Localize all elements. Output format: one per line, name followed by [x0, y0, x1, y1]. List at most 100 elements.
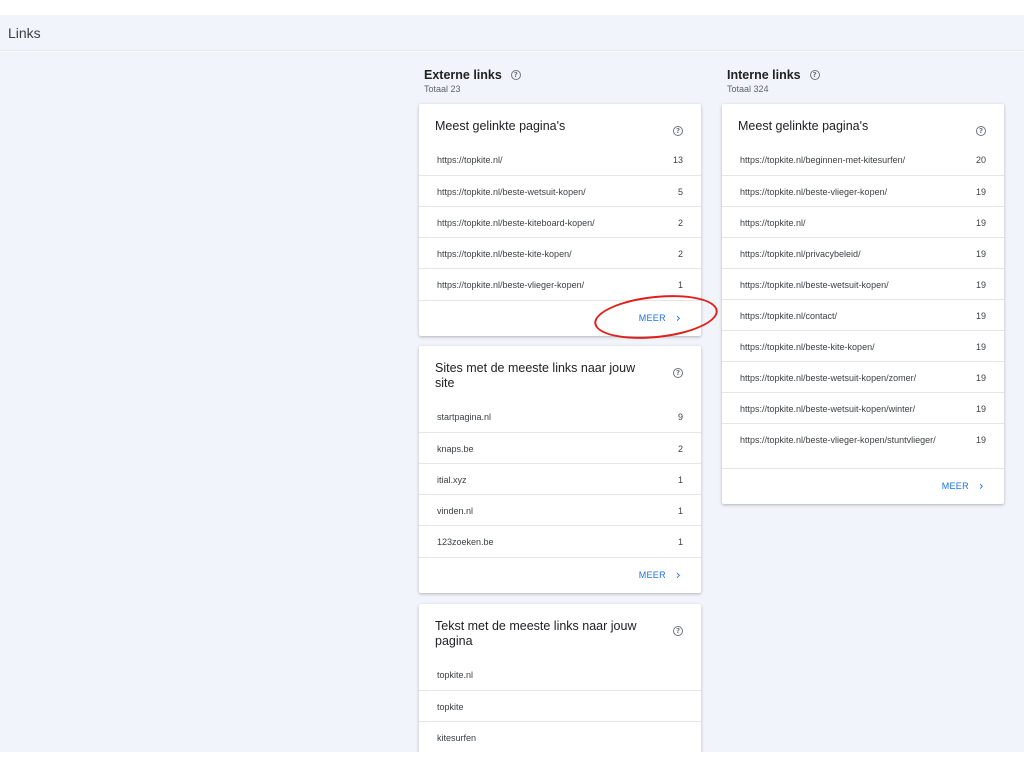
table-row[interactable]: https://topkite.nl/beste-kite-kopen/19 — [722, 330, 1004, 361]
more-button[interactable]: MEER › — [638, 568, 681, 582]
row-label: knaps.be — [437, 444, 474, 454]
table-row[interactable]: https://topkite.nl/beste-vlieger-kopen/1 — [419, 268, 701, 299]
help-icon[interactable]: ? — [976, 126, 986, 136]
card-footer: MEER › — [419, 300, 701, 336]
help-icon[interactable]: ? — [510, 70, 521, 80]
table-row[interactable]: itial.xyz 1 — [419, 463, 701, 494]
row-label: https://topkite.nl/beste-vlieger-kopen/ — [437, 280, 585, 290]
row-count: 2 — [677, 444, 683, 454]
external-links-header: Externe links ? Totaal 23 — [424, 68, 521, 94]
row-count: 13 — [672, 155, 683, 165]
help-icon[interactable]: ? — [673, 368, 683, 378]
external-links-total: Totaal 23 — [424, 84, 461, 94]
row-label: https://topkite.nl/beste-vlieger-kopen/s… — [740, 435, 936, 445]
row-label: https://topkite.nl/beste-kiteboard-kopen… — [437, 218, 595, 228]
internal-links-header: Interne links ? Totaal 324 — [727, 68, 820, 94]
row-count: 1 — [677, 506, 683, 516]
card-title: Meest gelinkte pagina's — [435, 119, 566, 133]
page-title: Links — [8, 25, 41, 41]
bottom-bar — [0, 752, 1024, 768]
external-links-title: Externe links — [424, 68, 502, 82]
table-row[interactable]: https://topkite.nl/beste-wetsuit-kopen/z… — [722, 361, 1004, 392]
row-count: 20 — [975, 155, 986, 165]
row-label: topkite — [437, 702, 464, 712]
chevron-right-icon: › — [978, 479, 984, 493]
table-row[interactable]: topkite — [419, 690, 701, 721]
row-label: 123zoeken.be — [437, 537, 494, 547]
table-row[interactable]: knaps.be 2 — [419, 432, 701, 463]
row-count: 9 — [677, 412, 683, 422]
table: topkite.nl topkite kitesurfen — [419, 659, 701, 752]
more-button[interactable]: MEER › — [639, 311, 681, 325]
row-count: 19 — [975, 435, 986, 445]
table-row[interactable]: https://topkite.nl/13 — [419, 144, 701, 175]
help-icon[interactable]: ? — [809, 70, 820, 80]
row-label: itial.xyz — [437, 475, 467, 485]
table-row[interactable]: topkite.nl — [419, 659, 701, 690]
table-row[interactable]: https://topkite.nl/beste-wetsuit-kopen/5 — [419, 175, 701, 206]
table-row[interactable]: https://topkite.nl/beste-kiteboard-kopen… — [419, 206, 701, 237]
table-row[interactable]: https://topkite.nl/beste-kite-kopen/2 — [419, 237, 701, 268]
row-count: 5 — [677, 187, 683, 197]
row-label: vinden.nl — [437, 506, 474, 516]
row-label: https://topkite.nl/beste-wetsuit-kopen/ — [437, 187, 586, 197]
internal-top-pages-card: Meest gelinkte pagina's ? https://topkit… — [722, 104, 1004, 504]
row-label: https://topkite.nl/contact/ — [740, 311, 838, 321]
card-title: Tekst met de meeste links naar jouw pagi… — [435, 619, 637, 648]
more-button[interactable]: MEER › — [941, 479, 984, 493]
row-count: 19 — [975, 404, 986, 414]
table: startpagina.nl 9 knaps.be 2 itial.xyz 1 vin… — [419, 401, 701, 556]
table: https://topkite.nl/13 https://topkite.nl… — [419, 144, 701, 299]
card-footer: MEER › — [419, 557, 701, 593]
table-row[interactable]: https://topkite.nl/contact/19 — [722, 299, 1004, 330]
table-row[interactable]: https://topkite.nl/beginnen-met-kitesurf… — [722, 144, 1004, 175]
help-icon[interactable]: ? — [673, 126, 683, 136]
table-row[interactable]: https://topkite.nl/beste-wetsuit-kopen/1… — [722, 268, 1004, 299]
row-label: https://topkite.nl/privacybeleid/ — [740, 249, 861, 259]
table-row[interactable]: https://topkite.nl/19 — [722, 206, 1004, 237]
row-count: 1 — [677, 475, 683, 485]
card-footer: MEER › — [722, 468, 1004, 504]
table-row[interactable]: 123zoeken.be 1 — [419, 525, 701, 556]
row-label: https://topkite.nl/beste-kite-kopen/ — [740, 342, 875, 352]
card-title: Meest gelinkte pagina's — [738, 119, 869, 133]
row-count: 19 — [975, 373, 986, 383]
row-count: 19 — [975, 311, 986, 321]
external-top-sites-card: Sites met de meeste links naar jouw site… — [419, 346, 701, 593]
internal-links-title: Interne links — [727, 68, 801, 82]
internal-links-total: Totaal 324 — [727, 84, 769, 94]
help-icon[interactable]: ? — [673, 626, 683, 636]
links-report: Externe links ? Totaal 23 Meest gelinkte… — [0, 52, 1024, 756]
row-label: https://topkite.nl/beste-wetsuit-kopen/w… — [740, 404, 916, 414]
row-label: https://topkite.nl/ — [740, 218, 806, 228]
more-label: MEER — [638, 570, 666, 580]
table-row[interactable]: startpagina.nl 9 — [419, 401, 701, 432]
table-row[interactable]: https://topkite.nl/beste-vlieger-kopen/s… — [722, 423, 1004, 467]
top-bar: Links — [0, 15, 1024, 51]
table-row[interactable]: kitesurfen — [419, 721, 701, 752]
row-label: https://topkite.nl/ — [437, 155, 503, 165]
row-count: 1 — [677, 537, 683, 547]
row-count: 19 — [975, 218, 986, 228]
external-top-text-card: Tekst met de meeste links naar jouw pagi… — [419, 604, 701, 756]
row-label: https://topkite.nl/beste-wetsuit-kopen/z… — [740, 373, 917, 383]
row-label: https://topkite.nl/beste-vlieger-kopen/ — [740, 187, 888, 197]
chevron-right-icon: › — [675, 311, 681, 325]
row-label: https://topkite.nl/beste-kite-kopen/ — [437, 249, 572, 259]
table-row[interactable]: vinden.nl 1 — [419, 494, 701, 525]
row-count: 19 — [975, 280, 986, 290]
card-title: Sites met de meeste links naar jouw site — [435, 361, 636, 390]
row-count: 19 — [975, 249, 986, 259]
row-count: 2 — [677, 249, 683, 259]
table-row[interactable]: https://topkite.nl/privacybeleid/19 — [722, 237, 1004, 268]
row-label: https://topkite.nl/beste-wetsuit-kopen/ — [740, 280, 889, 290]
row-count: 1 — [677, 280, 683, 290]
row-count: 19 — [975, 342, 986, 352]
row-label: topkite.nl — [437, 670, 474, 680]
chevron-right-icon: › — [675, 568, 681, 582]
table-row[interactable]: https://topkite.nl/beste-wetsuit-kopen/w… — [722, 392, 1004, 423]
table-row[interactable]: https://topkite.nl/beste-vlieger-kopen/1… — [722, 175, 1004, 206]
external-top-pages-card: Meest gelinkte pagina's ? https://topkit… — [419, 104, 701, 336]
row-label: startpagina.nl — [437, 412, 492, 422]
more-label: MEER — [941, 481, 969, 491]
